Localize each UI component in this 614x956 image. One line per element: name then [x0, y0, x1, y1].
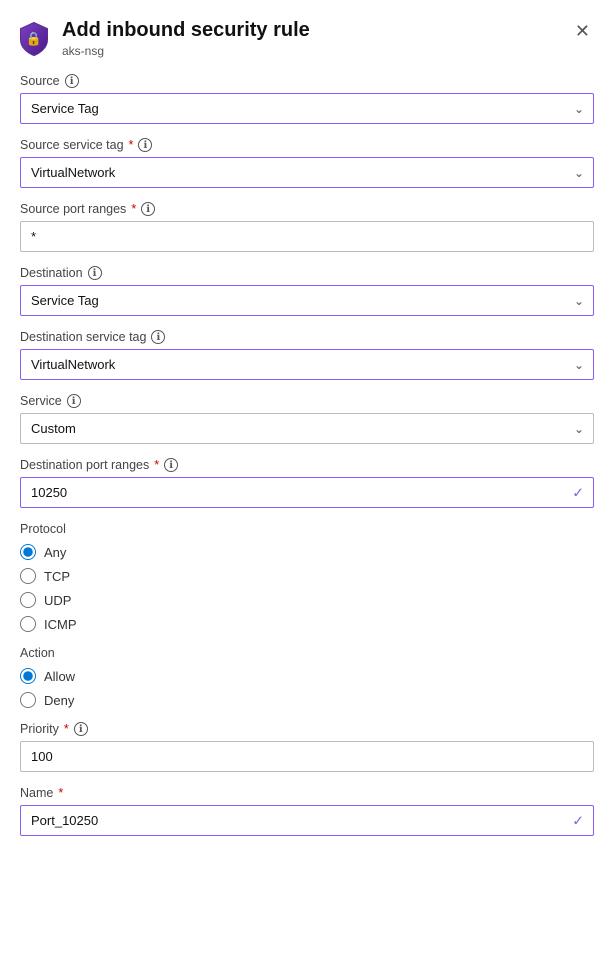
- source-service-tag-label: Source service tag * ℹ: [20, 138, 594, 152]
- protocol-udp-radio[interactable]: [20, 592, 36, 608]
- protocol-group: Protocol Any TCP UDP ICMP: [20, 522, 594, 632]
- source-select-wrapper: Service Tag Any IP Addresses My IP addre…: [20, 93, 594, 124]
- source-service-tag-group: Source service tag * ℹ VirtualNetwork In…: [20, 138, 594, 188]
- protocol-udp-option[interactable]: UDP: [20, 592, 594, 608]
- action-deny-option[interactable]: Deny: [20, 692, 594, 708]
- priority-group: Priority * ℹ: [20, 722, 594, 772]
- service-label: Service ℹ: [20, 394, 594, 408]
- source-info-icon[interactable]: ℹ: [65, 74, 79, 88]
- source-group: Source ℹ Service Tag Any IP Addresses My…: [20, 74, 594, 124]
- source-port-ranges-group: Source port ranges * ℹ: [20, 202, 594, 252]
- source-port-ranges-input[interactable]: [20, 221, 594, 252]
- name-group: Name * ✓: [20, 786, 594, 836]
- destination-group: Destination ℹ Service Tag Any IP Address…: [20, 266, 594, 316]
- destination-info-icon[interactable]: ℹ: [88, 266, 102, 280]
- service-group: Service ℹ Custom HTTP HTTPS RDP SSH ⌄: [20, 394, 594, 444]
- destination-port-ranges-info-icon[interactable]: ℹ: [164, 458, 178, 472]
- form-body: Source ℹ Service Tag Any IP Addresses My…: [0, 68, 614, 870]
- action-allow-option[interactable]: Allow: [20, 668, 594, 684]
- panel-title-area: 🔒 Add inbound security rule aks-nsg: [16, 18, 310, 58]
- source-service-tag-info-icon[interactable]: ℹ: [138, 138, 152, 152]
- destination-port-ranges-group: Destination port ranges * ℹ ✓: [20, 458, 594, 508]
- protocol-tcp-radio[interactable]: [20, 568, 36, 584]
- protocol-any-radio[interactable]: [20, 544, 36, 560]
- destination-service-tag-group: Destination service tag ℹ VirtualNetwork…: [20, 330, 594, 380]
- name-input-wrapper: ✓: [20, 805, 594, 836]
- protocol-any-option[interactable]: Any: [20, 544, 594, 560]
- close-button[interactable]: ✕: [571, 18, 594, 44]
- name-input[interactable]: [20, 805, 594, 836]
- shield-icon: 🔒: [16, 20, 52, 56]
- source-port-ranges-label: Source port ranges * ℹ: [20, 202, 594, 216]
- protocol-icmp-radio[interactable]: [20, 616, 36, 632]
- destination-port-ranges-label: Destination port ranges * ℹ: [20, 458, 594, 472]
- service-select[interactable]: Custom HTTP HTTPS RDP SSH: [20, 413, 594, 444]
- destination-port-ranges-input[interactable]: [20, 477, 594, 508]
- source-select[interactable]: Service Tag Any IP Addresses My IP addre…: [20, 93, 594, 124]
- priority-info-icon[interactable]: ℹ: [74, 722, 88, 736]
- priority-label: Priority * ℹ: [20, 722, 594, 736]
- destination-port-ranges-input-wrapper: ✓: [20, 477, 594, 508]
- priority-input[interactable]: [20, 741, 594, 772]
- action-deny-radio[interactable]: [20, 692, 36, 708]
- destination-service-tag-select[interactable]: VirtualNetwork Internet AzureLoadBalance…: [20, 349, 594, 380]
- action-radio-group: Allow Deny: [20, 668, 594, 708]
- destination-label: Destination ℹ: [20, 266, 594, 280]
- panel: 🔒 Add inbound security rule aks-nsg ✕ So…: [0, 0, 614, 956]
- destination-service-tag-info-icon[interactable]: ℹ: [151, 330, 165, 344]
- destination-select[interactable]: Service Tag Any IP Addresses Application…: [20, 285, 594, 316]
- action-label: Action: [20, 646, 594, 660]
- protocol-radio-group: Any TCP UDP ICMP: [20, 544, 594, 632]
- destination-service-tag-select-wrapper: VirtualNetwork Internet AzureLoadBalance…: [20, 349, 594, 380]
- panel-header: 🔒 Add inbound security rule aks-nsg ✕: [0, 0, 614, 68]
- panel-title-text: Add inbound security rule aks-nsg: [62, 18, 310, 58]
- action-group: Action Allow Deny: [20, 646, 594, 708]
- destination-service-tag-label: Destination service tag ℹ: [20, 330, 594, 344]
- protocol-icmp-option[interactable]: ICMP: [20, 616, 594, 632]
- svg-text:🔒: 🔒: [26, 31, 42, 46]
- source-service-tag-select-wrapper: VirtualNetwork Internet AzureLoadBalance…: [20, 157, 594, 188]
- source-label: Source ℹ: [20, 74, 594, 88]
- panel-title: Add inbound security rule: [62, 18, 310, 42]
- action-allow-radio[interactable]: [20, 668, 36, 684]
- protocol-tcp-option[interactable]: TCP: [20, 568, 594, 584]
- protocol-label: Protocol: [20, 522, 594, 536]
- service-info-icon[interactable]: ℹ: [67, 394, 81, 408]
- panel-subtitle: aks-nsg: [62, 44, 310, 58]
- source-service-tag-select[interactable]: VirtualNetwork Internet AzureLoadBalance…: [20, 157, 594, 188]
- source-port-ranges-info-icon[interactable]: ℹ: [141, 202, 155, 216]
- service-select-wrapper: Custom HTTP HTTPS RDP SSH ⌄: [20, 413, 594, 444]
- name-label: Name *: [20, 786, 594, 800]
- destination-select-wrapper: Service Tag Any IP Addresses Application…: [20, 285, 594, 316]
